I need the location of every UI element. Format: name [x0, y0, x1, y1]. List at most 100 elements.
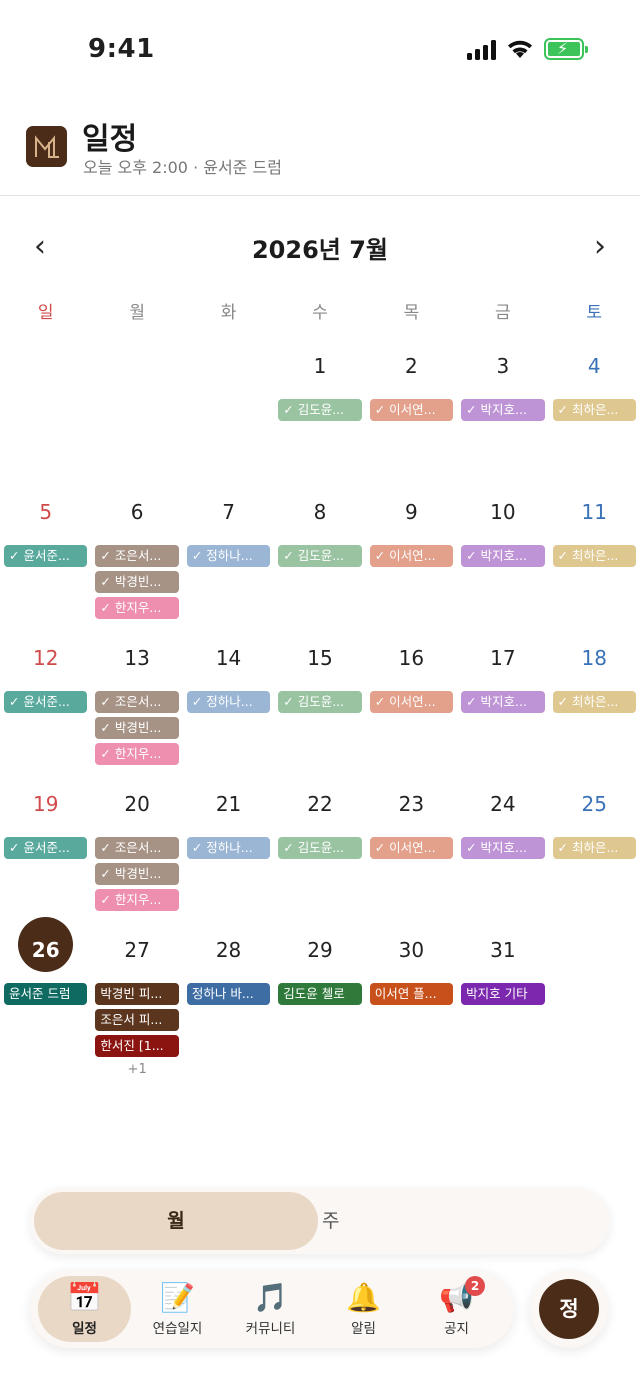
day-cell-5[interactable]: 5 ✓ 윤서준...: [0, 488, 91, 634]
day-cell-18[interactable]: 18 ✓ 최하은...: [549, 634, 640, 780]
event-chip[interactable]: ✓ 김도윤...: [278, 399, 362, 421]
day-number: 30: [398, 938, 425, 962]
profile-button[interactable]: 정: [530, 1270, 608, 1348]
day-cell-empty: [0, 342, 91, 488]
event-chip[interactable]: 조은서 피...: [95, 1009, 179, 1031]
event-chip[interactable]: ✓ 윤서준...: [4, 545, 88, 567]
day-cell-27[interactable]: 27 박경빈 피... 조은서 피... 한서진 [1... +1: [91, 926, 182, 1077]
day-cell-4[interactable]: 4 ✓ 최하은...: [549, 342, 640, 488]
event-chip[interactable]: ✓ 최하은...: [552, 837, 636, 859]
battery-icon: ⚡: [544, 38, 588, 60]
event-chip[interactable]: ✓ 윤서준...: [4, 691, 88, 713]
calendar-week: 19 ✓ 윤서준... 20 ✓ 조은서... ✓ 박경빈... ✓ 한지우... 21 ✓ …: [0, 780, 640, 926]
tab-music-notes[interactable]: 🎵 커뮤니티: [224, 1276, 317, 1342]
event-chip[interactable]: 한서진 [1...: [95, 1035, 179, 1057]
day-cell-19[interactable]: 19 ✓ 윤서준...: [0, 780, 91, 926]
weekday-sat: 토: [586, 303, 603, 323]
day-number: 8: [313, 500, 327, 524]
week-view-button[interactable]: 주: [322, 1192, 606, 1250]
event-chip[interactable]: ✓ 정하나...: [186, 837, 271, 859]
day-events: ✓ 박지호...: [461, 691, 545, 713]
event-chip[interactable]: ✓ 조은서...: [95, 837, 179, 859]
day-cell-23[interactable]: 23 ✓ 이서연...: [366, 780, 457, 926]
event-chip[interactable]: ✓ 박경빈...: [95, 571, 179, 593]
tab-calendar[interactable]: 📅 일정: [38, 1276, 131, 1342]
event-chip[interactable]: ✓ 박지호...: [461, 399, 545, 421]
event-chip[interactable]: ✓ 이서연...: [369, 545, 454, 567]
event-chip[interactable]: 박지호 기타: [461, 983, 545, 1005]
weekday-wed: 수: [312, 303, 328, 323]
view-toggle: 월 주: [30, 1188, 610, 1254]
event-chip[interactable]: 정하나 바...: [186, 983, 271, 1005]
next-month-button[interactable]: ›: [582, 226, 618, 266]
day-cell-1[interactable]: 1 ✓ 김도윤...: [274, 342, 365, 488]
event-chip[interactable]: ✓ 윤서준...: [4, 837, 88, 859]
day-cell-16[interactable]: 16 ✓ 이서연...: [366, 634, 457, 780]
tab-label: 커뮤니티: [245, 1321, 296, 1337]
event-chip[interactable]: 김도윤 첼로: [278, 983, 362, 1005]
day-cell-13[interactable]: 13 ✓ 조은서... ✓ 박경빈... ✓ 한지우...: [91, 634, 182, 780]
event-chip[interactable]: ✓ 박지호...: [461, 837, 545, 859]
event-chip[interactable]: 이서연 플...: [369, 983, 454, 1005]
tab-megaphone[interactable]: 📢 공지 2: [410, 1276, 503, 1342]
day-cell-25[interactable]: 25 ✓ 최하은...: [549, 780, 640, 926]
event-chip[interactable]: ✓ 조은서...: [95, 691, 179, 713]
month-view-button[interactable]: 월: [34, 1192, 318, 1250]
day-cell-30[interactable]: 30 이서연 플...: [366, 926, 457, 1072]
day-cell-11[interactable]: 11 ✓ 최하은...: [549, 488, 640, 634]
music-notes-icon: 🎵: [253, 1281, 288, 1314]
day-number: 5: [39, 500, 53, 524]
day-cell-empty: [91, 342, 182, 488]
tab-memo[interactable]: 📝 연습일지: [131, 1276, 224, 1342]
day-number: 31: [490, 938, 516, 962]
day-cell-28[interactable]: 28 정하나 바...: [183, 926, 274, 1072]
day-cell-7[interactable]: 7 ✓ 정하나...: [183, 488, 274, 634]
event-chip[interactable]: ✓ 박경빈...: [95, 717, 179, 739]
event-chip[interactable]: 윤서준 드럼: [4, 983, 88, 1005]
event-chip[interactable]: ✓ 김도윤...: [278, 691, 362, 713]
day-cell-2[interactable]: 2 ✓ 이서연...: [366, 342, 457, 488]
day-cell-21[interactable]: 21 ✓ 정하나...: [183, 780, 274, 926]
event-chip[interactable]: ✓ 정하나...: [186, 545, 271, 567]
day-number: 7: [222, 500, 235, 524]
day-cell-17[interactable]: 17 ✓ 박지호...: [457, 634, 548, 780]
tab-bell[interactable]: 🔔 알림: [317, 1276, 410, 1342]
day-cell-29[interactable]: 29 김도윤 첼로: [274, 926, 365, 1072]
day-cell-24[interactable]: 24 ✓ 박지호...: [457, 780, 548, 926]
event-chip[interactable]: ✓ 박지호...: [461, 545, 545, 567]
calendar-week: 1 ✓ 김도윤... 2 ✓ 이서연... 3 ✓ 박지호... 4 ✓ 최하은...: [0, 342, 640, 488]
event-chip[interactable]: ✓ 이서연...: [369, 399, 454, 421]
day-cell-20[interactable]: 20 ✓ 조은서... ✓ 박경빈... ✓ 한지우...: [91, 780, 182, 926]
day-cell-8[interactable]: 8 ✓ 김도윤...: [274, 488, 365, 634]
event-chip[interactable]: ✓ 최하은...: [552, 399, 636, 421]
event-chip[interactable]: ✓ 박지호...: [461, 691, 545, 713]
bell-icon: 🔔: [346, 1281, 381, 1314]
event-chip[interactable]: ✓ 한지우...: [95, 597, 179, 619]
event-chip[interactable]: ✓ 이서연...: [369, 837, 454, 859]
event-chip[interactable]: ✓ 조은서...: [95, 545, 179, 567]
day-events: ✓ 조은서... ✓ 박경빈... ✓ 한지우...: [95, 545, 179, 619]
day-cell-3[interactable]: 3 ✓ 박지호...: [457, 342, 548, 488]
event-chip[interactable]: 박경빈 피...: [95, 983, 179, 1005]
day-cell-22[interactable]: 22 ✓ 김도윤...: [274, 780, 365, 926]
day-cell-10[interactable]: 10 ✓ 박지호...: [457, 488, 548, 634]
day-cell-15[interactable]: 15 ✓ 김도윤...: [274, 634, 365, 780]
event-chip[interactable]: ✓ 최하은...: [552, 691, 636, 713]
day-events: 김도윤 첼로: [278, 983, 362, 1005]
day-cell-31[interactable]: 31 박지호 기타: [457, 926, 548, 1072]
event-chip[interactable]: ✓ 최하은...: [552, 545, 636, 567]
event-chip[interactable]: ✓ 김도윤...: [278, 545, 362, 567]
event-chip[interactable]: ✓ 정하나...: [186, 691, 271, 713]
event-chip[interactable]: ✓ 한지우...: [95, 889, 179, 911]
day-cell-9[interactable]: 9 ✓ 이서연...: [366, 488, 457, 634]
more-events-link[interactable]: +1: [95, 1061, 178, 1079]
day-cell-14[interactable]: 14 ✓ 정하나...: [183, 634, 274, 780]
day-cell-26[interactable]: 26 윤서준 드럼: [0, 917, 91, 1072]
event-chip[interactable]: ✓ 이서연...: [369, 691, 454, 713]
day-cell-12[interactable]: 12 ✓ 윤서준...: [0, 634, 91, 780]
event-chip[interactable]: ✓ 박경빈...: [95, 863, 179, 885]
event-chip[interactable]: ✓ 한지우...: [95, 743, 179, 765]
event-chip[interactable]: ✓ 김도윤...: [278, 837, 362, 859]
day-number: 2: [405, 354, 418, 378]
day-cell-6[interactable]: 6 ✓ 조은서... ✓ 박경빈... ✓ 한지우...: [91, 488, 182, 634]
